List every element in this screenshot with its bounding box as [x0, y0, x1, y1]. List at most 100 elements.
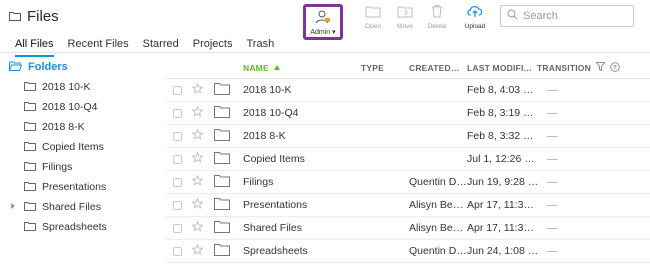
row-name[interactable]: Spreadsheets — [243, 245, 361, 257]
column-header-transition[interactable]: TRANSITION ? — [537, 61, 620, 74]
folder-icon — [214, 151, 230, 167]
row-created-by: Alisyn Be… — [409, 199, 464, 211]
folder-icon — [214, 128, 230, 144]
move-folder-icon — [397, 4, 413, 20]
row-checkbox[interactable] — [173, 200, 182, 210]
star-icon[interactable] — [191, 197, 203, 212]
star-icon[interactable] — [191, 174, 203, 189]
row-checkbox[interactable] — [173, 154, 182, 164]
cloud-upload-icon — [466, 4, 484, 20]
row-transition: — — [547, 176, 558, 188]
sidebar-item-2018-10-q4[interactable]: 2018 10-Q4 — [0, 97, 160, 117]
star-icon[interactable] — [191, 128, 203, 143]
row-created-by: Quentin D… — [409, 176, 467, 188]
delete-button[interactable]: Delete — [421, 4, 453, 30]
sidebar-item-label: Filings — [42, 161, 73, 173]
row-transition: — — [547, 222, 558, 234]
admin-button[interactable]: Admin ▾ — [303, 4, 343, 40]
file-table: NAME TYPE CREATED… LAST MODIFI… TRANSITI… — [166, 57, 650, 263]
column-header-type[interactable]: TYPE — [361, 63, 409, 73]
row-last-modified: Feb 8, 3:19 … — [467, 107, 534, 119]
row-created-by: Alisyn Be… — [409, 222, 464, 234]
search-box[interactable] — [500, 5, 634, 27]
row-name[interactable]: 2018 8-K — [243, 130, 361, 142]
table-row[interactable]: 2018 10-K Feb 8, 4:03 … — — [166, 79, 650, 102]
chevron-down-icon: ▾ — [332, 29, 336, 36]
move-button[interactable]: Move — [389, 4, 421, 30]
expand-caret-icon[interactable] — [11, 203, 15, 209]
star-icon[interactable] — [191, 105, 203, 120]
row-checkbox[interactable] — [173, 85, 182, 95]
folder-icon — [214, 105, 230, 121]
search-icon — [507, 9, 518, 23]
search-input[interactable] — [523, 10, 623, 22]
folder-icon — [214, 197, 230, 213]
row-name[interactable]: 2018 10-K — [243, 84, 361, 96]
sidebar-item-label: 2018 10-K — [42, 81, 91, 93]
column-name-label: NAME — [243, 62, 269, 73]
table-row[interactable]: Presentations Alisyn Be… Apr 17, 11:3… — — [166, 194, 650, 217]
row-name[interactable]: Copied Items — [243, 153, 361, 165]
folder-icon — [24, 181, 36, 194]
filter-icon[interactable] — [595, 62, 606, 73]
folder-icon — [24, 161, 36, 174]
table-row[interactable]: 2018 8-K Feb 8, 3:32 … — — [166, 125, 650, 148]
sidebar-item-filings[interactable]: Filings — [0, 157, 160, 177]
sidebar-folders-heading[interactable]: Folders — [0, 57, 160, 77]
row-name[interactable]: Shared Files — [243, 222, 361, 234]
star-icon[interactable] — [191, 82, 203, 97]
row-last-modified: Feb 8, 4:03 … — [467, 84, 534, 96]
table-row[interactable]: 2018 10-Q4 Feb 8, 3:19 … — — [166, 102, 650, 125]
row-name[interactable]: Presentations — [243, 199, 361, 211]
row-checkbox[interactable] — [173, 246, 182, 256]
row-transition: — — [547, 107, 558, 119]
folder-icon — [24, 121, 36, 134]
table-row[interactable]: Filings Quentin D… Jun 19, 9:28 … — — [166, 171, 650, 194]
row-last-modified: Feb 8, 3:32 … — [467, 130, 534, 142]
row-name[interactable]: 2018 10-Q4 — [243, 107, 361, 119]
folder-icon — [24, 101, 36, 114]
sidebar-item-label: Spreadsheets — [42, 221, 107, 233]
folder-icon — [214, 220, 230, 236]
admin-label: Admin — [310, 29, 331, 36]
sidebar-item-label: Presentations — [42, 181, 107, 193]
open-button[interactable]: Open — [357, 4, 389, 30]
row-transition: — — [547, 153, 558, 165]
sidebar-item-label: 2018 10-Q4 — [42, 101, 98, 113]
table-row[interactable]: Spreadsheets Quentin D… Jun 24, 1:08 … — — [166, 240, 650, 263]
sidebar-item-2018-10-k[interactable]: 2018 10-K — [0, 77, 160, 97]
trash-icon — [430, 4, 444, 20]
star-icon[interactable] — [191, 243, 203, 258]
column-header-last-modified[interactable]: LAST MODIFI… — [467, 63, 537, 73]
delete-label: Delete — [427, 23, 447, 30]
star-icon[interactable] — [191, 151, 203, 166]
row-checkbox[interactable] — [173, 177, 182, 187]
row-checkbox[interactable] — [173, 131, 182, 141]
row-checkbox[interactable] — [173, 223, 182, 233]
help-icon[interactable]: ? — [610, 61, 620, 74]
table-row[interactable]: Copied Items Jul 1, 12:26 … — — [166, 148, 650, 171]
folder-icon — [214, 174, 230, 190]
star-icon[interactable] — [191, 220, 203, 235]
column-header-name[interactable]: NAME — [243, 63, 361, 73]
page-title: Files — [9, 8, 59, 25]
sidebar-item-presentations[interactable]: Presentations — [0, 177, 160, 197]
column-transition-label: TRANSITION — [537, 62, 591, 73]
sidebar-item-shared-files[interactable]: Shared Files — [0, 197, 160, 217]
sidebar-item-2018-8-k[interactable]: 2018 8-K — [0, 117, 160, 137]
row-checkbox[interactable] — [173, 108, 182, 118]
row-name[interactable]: Filings — [243, 176, 361, 188]
sidebar-item-label: 2018 8-K — [42, 121, 85, 133]
sidebar-item-copied-items[interactable]: Copied Items — [0, 137, 160, 157]
folder-icon — [214, 243, 230, 259]
column-header-created[interactable]: CREATED… — [409, 63, 467, 73]
open-folder-icon — [9, 61, 23, 74]
folder-icon — [24, 221, 36, 234]
upload-button[interactable]: Upload — [455, 4, 495, 30]
row-last-modified: Apr 17, 11:3… — [467, 222, 534, 234]
table-row[interactable]: Shared Files Alisyn Be… Apr 17, 11:3… — — [166, 217, 650, 240]
sidebar-item-spreadsheets[interactable]: Spreadsheets — [0, 217, 160, 237]
upload-label: Upload — [464, 23, 486, 30]
page-title-label: Files — [27, 8, 59, 25]
folder-icon — [24, 81, 36, 94]
